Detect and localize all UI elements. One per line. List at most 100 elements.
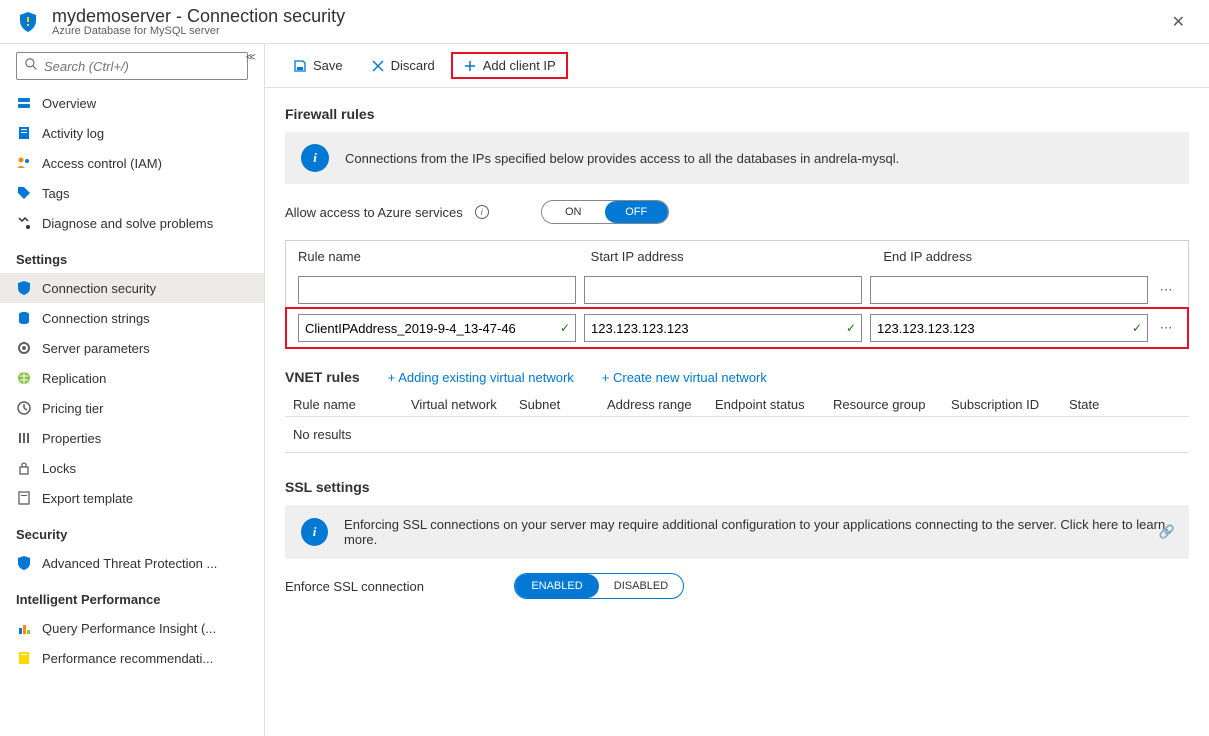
add-existing-vnet-link[interactable]: + Adding existing virtual network	[388, 370, 574, 385]
azure-services-toggle[interactable]: ON OFF	[541, 200, 669, 224]
firewall-info-text: Connections from the IPs specified below…	[345, 151, 899, 166]
sidebar-item-connection-security[interactable]: Connection security	[0, 273, 264, 303]
create-new-vnet-link[interactable]: + Create new virtual network	[602, 370, 767, 385]
sidebar-item-replication[interactable]: Replication	[0, 363, 264, 393]
sidebar-item-export-template[interactable]: Export template	[0, 483, 264, 513]
vc-addr: Address range	[607, 397, 707, 412]
section-security: Security	[0, 513, 264, 548]
blade-header: mydemoserver - Connection security Azure…	[0, 0, 1209, 44]
ssl-enforce-row: Enforce SSL connection ENABLED DISABLED	[285, 573, 1189, 599]
vnet-no-results: No results	[285, 417, 1189, 453]
sidebar-item-connection-strings[interactable]: Connection strings	[0, 303, 264, 333]
info-icon: i	[301, 518, 328, 546]
rule-name-input[interactable]	[298, 314, 576, 342]
shield-alt-icon	[16, 555, 32, 571]
firewall-row-empty: ⋯	[286, 272, 1188, 308]
end-ip-input[interactable]	[870, 276, 1148, 304]
ssl-enforce-label: Enforce SSL connection	[285, 579, 424, 594]
sidebar-item-perf-reco[interactable]: Performance recommendati...	[0, 643, 264, 673]
start-ip-input[interactable]	[584, 276, 862, 304]
sidebar-item-access-control[interactable]: Access control (IAM)	[0, 148, 264, 178]
chart-icon	[16, 620, 32, 636]
vc-state: State	[1069, 397, 1129, 412]
close-button[interactable]: ✕	[1164, 8, 1193, 36]
sidebar-item-overview[interactable]: Overview	[0, 88, 264, 118]
properties-icon	[16, 430, 32, 446]
sidebar-search[interactable]	[16, 52, 248, 80]
tag-icon	[16, 185, 32, 201]
vc-subnet: Subnet	[519, 397, 599, 412]
discard-icon	[371, 59, 385, 73]
ssl-disabled: DISABLED	[599, 574, 683, 598]
sidebar-item-locks[interactable]: Locks	[0, 453, 264, 483]
lock-icon	[16, 460, 32, 476]
row-menu-button[interactable]: ⋯	[1156, 282, 1176, 298]
firewall-header-row: Rule name Start IP address End IP addres…	[286, 241, 1188, 272]
sidebar-item-tags[interactable]: Tags	[0, 178, 264, 208]
sidebar-item-diagnose[interactable]: Diagnose and solve problems	[0, 208, 264, 238]
search-input[interactable]	[44, 59, 239, 74]
ssl-info-banner: i Enforcing SSL connections on your serv…	[285, 505, 1189, 559]
sidebar: ≪ Overview Activity log Access control (…	[0, 44, 265, 736]
ssl-info-text: Enforcing SSL connections on your server…	[344, 517, 1173, 547]
vnet-header: VNET rules + Adding existing virtual net…	[285, 369, 1189, 385]
toggle-off: OFF	[605, 201, 668, 223]
ssl-title: SSL settings	[285, 479, 1189, 495]
vc-vnet: Virtual network	[411, 397, 511, 412]
shield-icon	[16, 10, 40, 34]
check-icon: ✓	[1132, 321, 1142, 335]
col-start-ip: Start IP address	[591, 249, 884, 264]
toggle-on: ON	[542, 201, 605, 223]
pricing-icon	[16, 400, 32, 416]
people-icon	[16, 155, 32, 171]
add-client-ip-button[interactable]: Add client IP	[451, 52, 568, 79]
col-end-ip: End IP address	[883, 249, 1176, 264]
azure-services-row: Allow access to Azure services i ON OFF	[285, 200, 1189, 224]
end-ip-input[interactable]	[870, 314, 1148, 342]
vc-rule-name: Rule name	[293, 397, 403, 412]
external-link-icon[interactable]: 🔗	[1159, 524, 1175, 540]
vc-endpoint: Endpoint status	[715, 397, 825, 412]
save-icon	[293, 59, 307, 73]
save-button[interactable]: Save	[281, 52, 355, 79]
check-icon: ✓	[560, 321, 570, 335]
row-menu-button[interactable]: ⋯	[1156, 320, 1176, 336]
sidebar-item-query-perf[interactable]: Query Performance Insight (...	[0, 613, 264, 643]
section-performance: Intelligent Performance	[0, 578, 264, 613]
gear-icon	[16, 340, 32, 356]
discard-button[interactable]: Discard	[359, 52, 447, 79]
info-small-icon[interactable]: i	[475, 205, 489, 219]
firewall-row-client-ip: ✓ ✓ ✓ ⋯	[286, 308, 1188, 348]
collapse-sidebar-button[interactable]: ≪	[246, 52, 256, 63]
sidebar-item-properties[interactable]: Properties	[0, 423, 264, 453]
server-icon	[16, 95, 32, 111]
sidebar-item-advanced-threat[interactable]: Advanced Threat Protection ...	[0, 548, 264, 578]
col-rule-name: Rule name	[298, 249, 591, 264]
main-content: Save Discard Add client IP Firewall rule…	[265, 44, 1209, 736]
azure-services-label: Allow access to Azure services	[285, 205, 463, 220]
firewall-title: Firewall rules	[285, 106, 1189, 122]
db-icon	[16, 310, 32, 326]
vnet-columns: Rule name Virtual network Subnet Address…	[285, 393, 1189, 417]
toolbar: Save Discard Add client IP	[265, 44, 1209, 88]
firewall-table: Rule name Start IP address End IP addres…	[285, 240, 1189, 349]
vnet-title: VNET rules	[285, 369, 360, 385]
sidebar-item-pricing-tier[interactable]: Pricing tier	[0, 393, 264, 423]
search-icon	[25, 58, 38, 74]
check-icon: ✓	[846, 321, 856, 335]
ssl-enabled: ENABLED	[515, 574, 599, 598]
rule-name-input[interactable]	[298, 276, 576, 304]
reco-icon	[16, 650, 32, 666]
start-ip-input[interactable]	[584, 314, 862, 342]
vc-sub: Subscription ID	[951, 397, 1061, 412]
sidebar-item-activity-log[interactable]: Activity log	[0, 118, 264, 148]
page-title: mydemoserver - Connection security	[52, 6, 345, 27]
sidebar-item-server-parameters[interactable]: Server parameters	[0, 333, 264, 363]
ssl-toggle[interactable]: ENABLED DISABLED	[514, 573, 684, 599]
info-icon: i	[301, 144, 329, 172]
diagnose-icon	[16, 215, 32, 231]
globe-icon	[16, 370, 32, 386]
firewall-info-banner: i Connections from the IPs specified bel…	[285, 132, 1189, 184]
vc-rg: Resource group	[833, 397, 943, 412]
plus-icon	[463, 59, 477, 73]
